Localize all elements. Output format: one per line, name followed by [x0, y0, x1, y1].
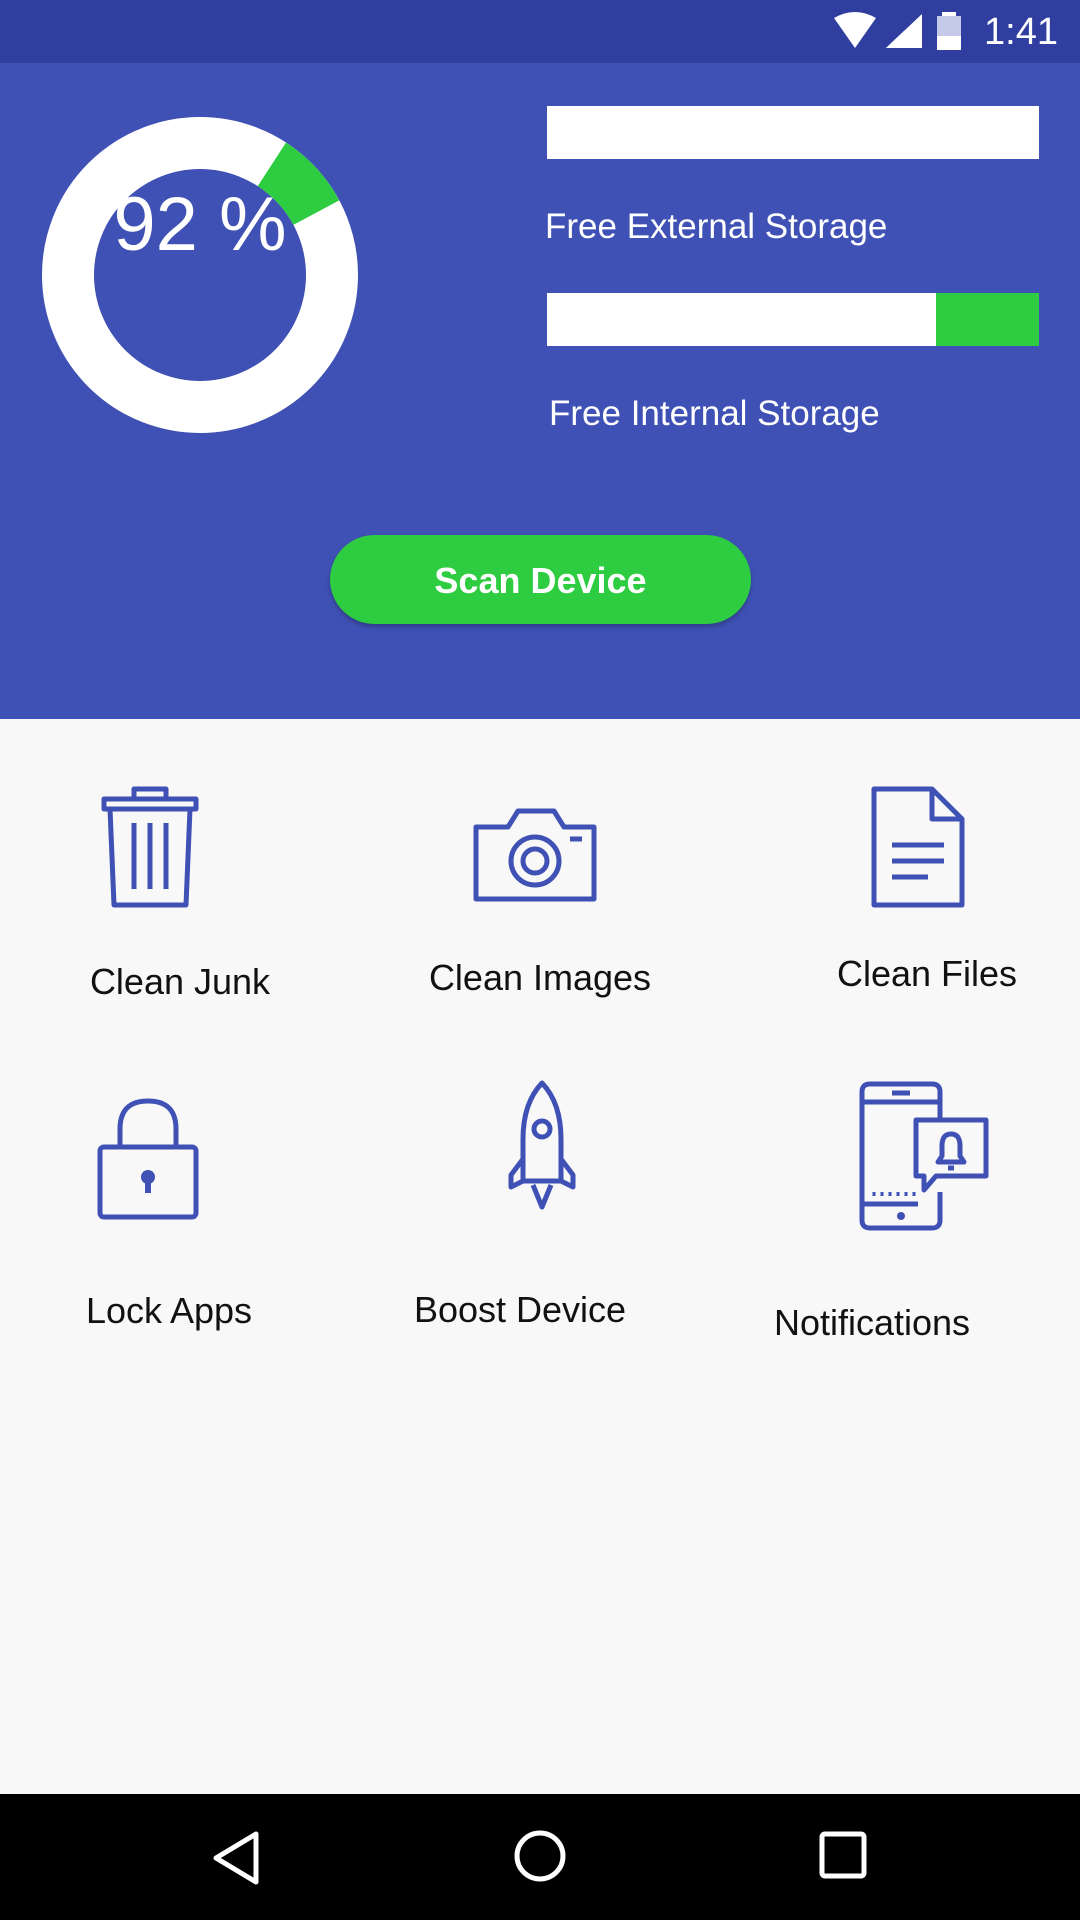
tool-lock-apps[interactable]: Lock Apps — [0, 1075, 360, 1375]
back-icon[interactable] — [210, 1830, 262, 1886]
camera-icon — [473, 808, 597, 902]
tool-label: Notifications — [773, 1302, 971, 1343]
signal-icon — [886, 14, 922, 48]
file-icon — [871, 786, 965, 908]
phone-bell-icon — [859, 1081, 989, 1231]
external-storage-bar — [547, 106, 1039, 159]
storage-donut-chart — [42, 117, 358, 433]
internal-storage-used-fill — [935, 293, 1039, 346]
tool-boost-device[interactable]: Boost Device — [360, 1075, 720, 1375]
tool-clean-files[interactable]: Clean Files — [720, 770, 1080, 1070]
tool-notifications[interactable]: Notifications — [720, 1075, 1080, 1375]
tool-label: Clean Junk — [89, 961, 271, 1002]
trash-icon — [101, 786, 199, 908]
status-time: 1:41 — [984, 11, 1058, 53]
status-bar: 1:41 — [0, 0, 1080, 63]
internal-storage-bar — [547, 293, 1039, 346]
storage-percent-label: 92 % — [113, 182, 287, 267]
external-storage-label: Free External Storage — [545, 207, 888, 246]
internal-storage-label: Free Internal Storage — [549, 394, 880, 433]
storage-summary: 92 % Free External Storage Free Internal… — [0, 63, 1080, 719]
home-icon[interactable] — [512, 1828, 568, 1884]
rocket-icon — [508, 1080, 576, 1210]
scan-device-button[interactable]: Scan Device — [330, 535, 751, 624]
tool-clean-junk[interactable]: Clean Junk — [0, 770, 360, 1070]
tool-label: Clean Files — [836, 953, 1018, 994]
wifi-icon — [834, 12, 876, 48]
tool-label: Boost Device — [413, 1289, 627, 1330]
tool-label: Clean Images — [428, 957, 652, 998]
tool-clean-images[interactable]: Clean Images — [360, 770, 720, 1070]
lock-icon — [97, 1098, 199, 1220]
battery-icon — [937, 12, 961, 50]
tool-label: Lock Apps — [85, 1290, 253, 1331]
system-nav-bar — [0, 1794, 1080, 1920]
recents-icon[interactable] — [818, 1830, 868, 1880]
